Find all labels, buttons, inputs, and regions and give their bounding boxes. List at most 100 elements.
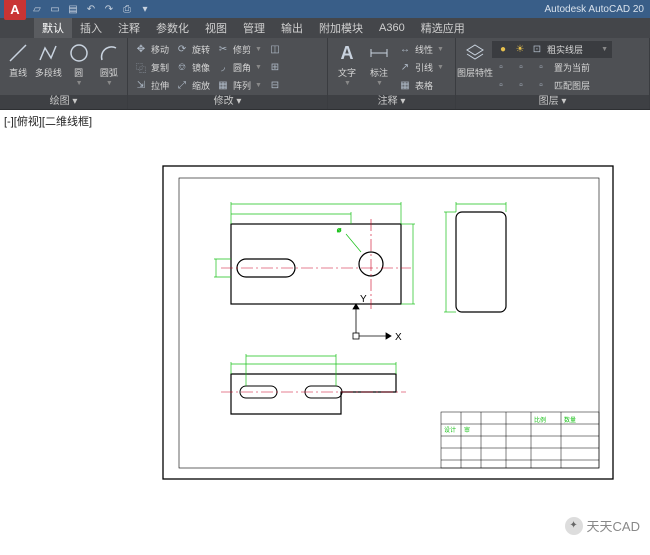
text-label: 文字 — [338, 66, 356, 79]
trim-icon: ✂ — [216, 43, 230, 57]
tab-addins[interactable]: 附加模块 — [311, 18, 371, 38]
array-button[interactable]: ▦阵列▼ — [214, 77, 264, 94]
mirror-button[interactable]: ⎊镜像 — [173, 59, 212, 76]
make-current-label: 置为当前 — [554, 61, 590, 74]
print-icon[interactable]: ⎙ — [120, 2, 134, 16]
layer-props-label: 图层特性 — [457, 66, 493, 79]
text-button[interactable]: A 文字 ▼ — [332, 41, 362, 87]
panel-annotate: A 文字 ▼ 标注 ▼ ↔线性▼ ↗引线▼ ▦表格 注释 ▾ — [328, 38, 456, 109]
make-current-button[interactable]: 置为当前 — [552, 59, 592, 76]
svg-text:审: 审 — [464, 426, 470, 434]
line-button[interactable]: 直线 — [4, 41, 32, 79]
dimension-button[interactable]: 标注 ▼ — [364, 41, 394, 87]
line-label: 直线 — [9, 66, 27, 79]
wechat-icon: ✦ — [565, 517, 583, 535]
table-button[interactable]: ▦表格 — [396, 77, 446, 94]
layers-icon — [463, 41, 487, 65]
panel-annotate-title[interactable]: 注释 ▾ — [328, 95, 455, 109]
copy-button[interactable]: ⿻复制 — [132, 59, 171, 76]
panel-draw: 直线 多段线 圆 ▼ 圆弧 ▼ 绘图 ▾ — [0, 38, 128, 109]
watermark-text: 天天CAD — [587, 516, 640, 535]
array-label: 阵列 — [233, 79, 251, 92]
modify-extra2[interactable]: ⊞ — [266, 59, 284, 76]
tab-view[interactable]: 视图 — [197, 18, 235, 38]
layer-tool6[interactable]: ▫ — [532, 77, 550, 94]
tab-annotate[interactable]: 注释 — [110, 18, 148, 38]
open-icon[interactable]: ▭ — [48, 2, 62, 16]
redo-icon[interactable]: ↷ — [102, 2, 116, 16]
move-button[interactable]: ✥移动 — [132, 41, 171, 58]
tab-output[interactable]: 输出 — [273, 18, 311, 38]
ucs-icon — [353, 304, 391, 339]
line-icon — [6, 41, 30, 65]
layer-tool-icon: ▫ — [514, 61, 528, 75]
linear-button[interactable]: ↔线性▼ — [396, 41, 446, 58]
fillet-button[interactable]: ◞圆角▼ — [214, 59, 264, 76]
chevron-down-icon: ▼ — [376, 80, 383, 87]
match-layer-button[interactable]: 匹配图层 — [552, 77, 592, 94]
scale-button[interactable]: ⤢缩放 — [173, 77, 212, 94]
leader-button[interactable]: ↗引线▼ — [396, 59, 446, 76]
layer-tool5[interactable]: ▫ — [512, 77, 530, 94]
layer-tool-icon: ▫ — [514, 79, 528, 93]
tab-default[interactable]: 默认 — [34, 18, 72, 38]
tab-manage[interactable]: 管理 — [235, 18, 273, 38]
tab-parametric[interactable]: 参数化 — [148, 18, 197, 38]
qat-dropdown-icon[interactable]: ▾ — [138, 2, 152, 16]
panel-layers-title[interactable]: 图层 ▾ — [456, 95, 649, 109]
layer-tool4[interactable]: ▫ — [492, 77, 510, 94]
app-logo[interactable]: A — [4, 0, 26, 20]
layer-tool2[interactable]: ▫ — [512, 59, 530, 76]
extra-icon: ◫ — [268, 43, 282, 57]
rotate-button[interactable]: ⟳旋转 — [173, 41, 212, 58]
fillet-label: 圆角 — [233, 61, 251, 74]
svg-text:⌀: ⌀ — [337, 227, 341, 234]
layer-tool1[interactable]: ▫ — [492, 59, 510, 76]
text-icon: A — [335, 41, 359, 65]
polyline-button[interactable]: 多段线 — [34, 41, 62, 79]
chevron-down-icon: ▼ — [344, 80, 351, 87]
rotate-label: 旋转 — [192, 43, 210, 56]
stretch-button[interactable]: ⇲拉伸 — [132, 77, 171, 94]
save-icon[interactable]: ▤ — [66, 2, 80, 16]
chevron-down-icon: ▼ — [76, 80, 83, 87]
move-label: 移动 — [151, 43, 169, 56]
ribbon-tabs: 默认 插入 注释 参数化 视图 管理 输出 附加模块 A360 精选应用 — [0, 18, 650, 38]
side-view — [456, 212, 506, 312]
new-icon[interactable]: ▱ — [30, 2, 44, 16]
array-icon: ▦ — [216, 79, 230, 93]
watermark: ✦ 天天CAD — [565, 516, 640, 535]
modify-extra3[interactable]: ⊟ — [266, 77, 284, 94]
extra-icon: ⊟ — [268, 79, 282, 93]
layer-tool3[interactable]: ▫ — [532, 59, 550, 76]
ribbon: 直线 多段线 圆 ▼ 圆弧 ▼ 绘图 ▾ ✥移动 ⿻复制 — [0, 38, 650, 110]
panel-modify-title[interactable]: 修改 ▾ — [128, 95, 327, 109]
extra-icon: ⊞ — [268, 61, 282, 75]
arc-button[interactable]: 圆弧 ▼ — [95, 41, 123, 87]
tab-featured[interactable]: 精选应用 — [413, 18, 473, 38]
polyline-icon — [36, 41, 60, 65]
lock-icon: ⊡ — [530, 43, 544, 57]
layer-properties-button[interactable]: 图层特性 — [460, 41, 490, 79]
svg-text:数量: 数量 — [564, 416, 576, 424]
app-title: Autodesk AutoCAD 20 — [544, 4, 644, 15]
modify-extra1[interactable]: ◫ — [266, 41, 284, 58]
undo-icon[interactable]: ↶ — [84, 2, 98, 16]
viewport-label[interactable]: [-][俯视][二维线框] — [0, 110, 650, 132]
tab-insert[interactable]: 插入 — [72, 18, 110, 38]
circle-icon — [67, 41, 91, 65]
trim-button[interactable]: ✂修剪▼ — [214, 41, 264, 58]
leader-icon: ↗ — [398, 61, 412, 75]
mirror-icon: ⎊ — [175, 61, 189, 75]
arc-label: 圆弧 — [100, 66, 118, 79]
layer-tool-icon: ▫ — [534, 61, 548, 75]
circle-button[interactable]: 圆 ▼ — [65, 41, 93, 87]
table-label: 表格 — [415, 79, 433, 92]
chevron-down-icon: ▼ — [106, 80, 113, 87]
panel-layers: 图层特性 ● ☀ ⊡ 粗实线层 ▼ ▫ ▫ ▫ 置为当前 ▫ — [456, 38, 650, 109]
panel-draw-title[interactable]: 绘图 ▾ — [0, 95, 127, 109]
layer-selector[interactable]: ● ☀ ⊡ 粗实线层 ▼ — [492, 41, 612, 58]
tab-a360[interactable]: A360 — [371, 18, 413, 38]
drawing-canvas[interactable]: ⌀ X Y — [0, 132, 650, 543]
match-layer-label: 匹配图层 — [554, 79, 590, 92]
